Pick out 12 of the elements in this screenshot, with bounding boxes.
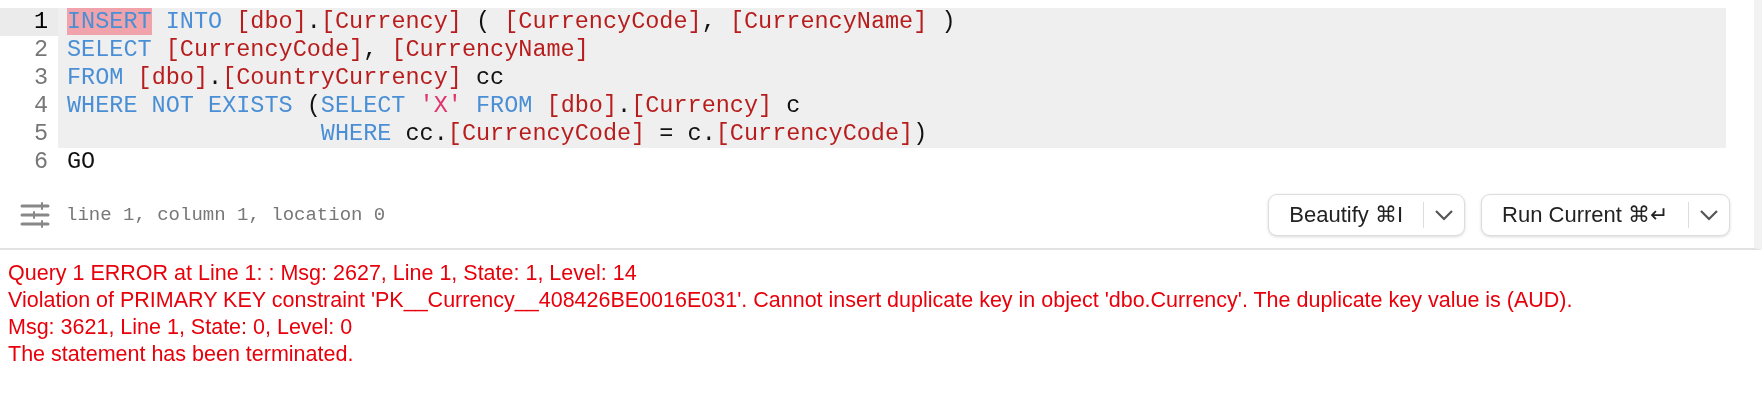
split-button[interactable]: Run Current ⌘↵ xyxy=(1481,194,1730,236)
error-message: The statement has been terminated. xyxy=(8,341,355,368)
code-line: GO xyxy=(66,148,97,176)
chevron-down-icon[interactable] xyxy=(1434,209,1455,221)
settings-icon[interactable] xyxy=(20,202,50,228)
split-button[interactable]: Beautify ⌘I xyxy=(1268,194,1466,236)
error-message: Msg: 3621, Line 1, State: 0, Level: 0 xyxy=(8,314,354,341)
error-message: Query 1 ERROR at Line 1: : Msg: 2627, Line 1, State: 1, Level: 14 xyxy=(8,260,638,287)
cursor-position: line 1, column 1, location 0 xyxy=(66,202,386,228)
line-number: 1 xyxy=(0,8,58,36)
chevron-down-icon[interactable] xyxy=(1699,209,1719,221)
error-message: Violation of PRIMARY KEY constraint 'PK__Currency__408426BE0016E031'. Cannot insert duplicate key in object 'dbo.Currency'. The duplicate key value is (AUD). xyxy=(8,287,1574,314)
